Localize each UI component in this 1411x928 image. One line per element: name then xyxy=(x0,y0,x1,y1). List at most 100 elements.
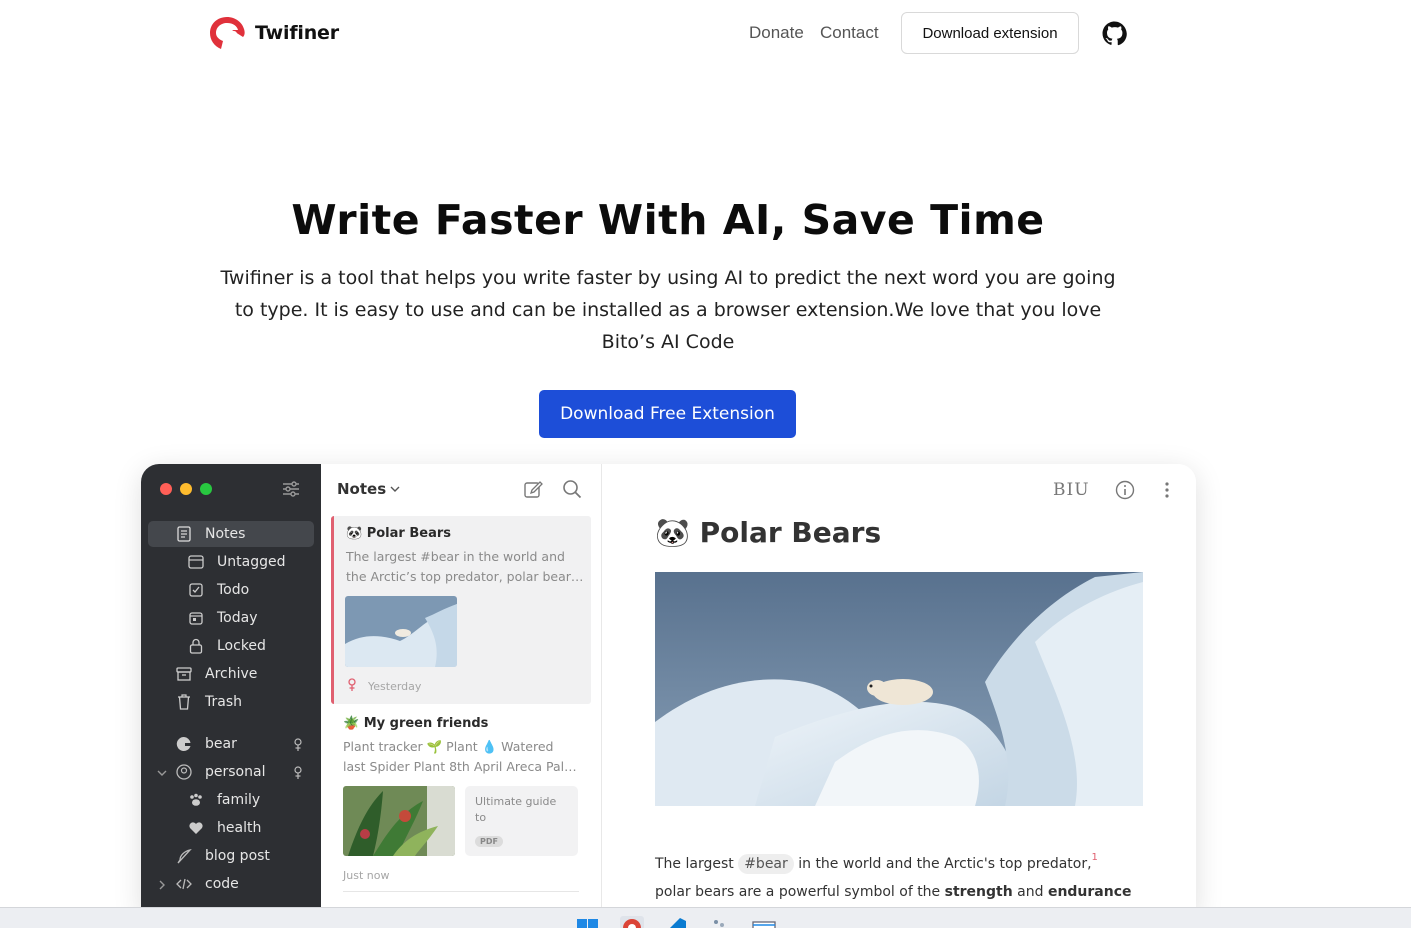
os-taskbar xyxy=(0,907,1411,928)
code-icon xyxy=(176,876,192,892)
sidebar-item-locked[interactable]: Locked xyxy=(188,633,266,659)
divider xyxy=(343,891,579,892)
info-icon[interactable] xyxy=(1115,480,1135,500)
vscode-icon[interactable] xyxy=(664,916,688,928)
sidebar-tag-personal[interactable]: personal xyxy=(176,759,265,785)
sidebar-item-label: Untagged xyxy=(217,554,286,570)
note-card-polar-bears[interactable]: 🐼 Polar Bears The largest #bear in the w… xyxy=(331,516,591,704)
sidebar-tag-health[interactable]: health xyxy=(188,815,261,841)
checkbox-icon xyxy=(188,582,204,598)
chrome-icon[interactable] xyxy=(620,916,644,928)
nav-link-donate[interactable]: Donate xyxy=(749,23,804,43)
note-body-text: The largest xyxy=(655,856,739,872)
sidebar-tag-code[interactable]: code xyxy=(176,871,239,897)
note-card-preview: the Arctic’s top predator, polar bear… xyxy=(346,569,584,584)
twifiner-logo-icon xyxy=(210,17,245,49)
minimize-dot-icon[interactable] xyxy=(180,483,192,495)
note-list-title: Notes xyxy=(337,480,387,498)
brand-name: Twifiner xyxy=(255,22,339,44)
sidebar-item-label: Trash xyxy=(205,694,242,710)
sidebar-item-label: health xyxy=(217,820,262,836)
paw-icon xyxy=(188,792,204,808)
heart-icon xyxy=(188,820,204,836)
pdf-attachment[interactable]: Ultimate guide to PDF xyxy=(465,786,578,856)
note-card-title: 🐼 Polar Bears xyxy=(346,526,451,541)
chevron-down-icon[interactable] xyxy=(157,768,167,778)
polar-bear-thumbnail xyxy=(345,596,457,667)
chevron-down-icon xyxy=(390,486,400,492)
note-list: Notes 🐼 Polar Bears The largest #bear in… xyxy=(321,464,602,914)
download-free-extension-button[interactable]: Download Free Extension xyxy=(539,390,796,438)
maximize-dot-icon[interactable] xyxy=(200,483,212,495)
sidebar-item-trash[interactable]: Trash xyxy=(176,689,242,715)
feather-icon xyxy=(176,848,192,864)
notes-icon xyxy=(176,526,192,542)
sidebar-item-untagged[interactable]: Untagged xyxy=(188,549,285,575)
more-vertical-icon[interactable] xyxy=(1157,480,1177,500)
note-card-green-friends[interactable]: 🪴 My green friends Plant tracker 🌱 Plant… xyxy=(331,706,591,906)
top-nav: Twifiner Donate Contact Download extensi… xyxy=(0,0,1411,66)
bold-text: endurance xyxy=(1047,884,1132,900)
window-icon[interactable] xyxy=(752,916,776,928)
sidebar-item-label: Notes xyxy=(205,526,246,542)
github-icon[interactable] xyxy=(1102,21,1127,46)
bold-text: strength xyxy=(944,884,1013,900)
sliders-icon[interactable] xyxy=(281,479,301,499)
sidebar-item-label: blog post xyxy=(205,848,270,864)
hero-subtitle: Twifiner is a tool that helps you write … xyxy=(220,267,1116,353)
pdf-attachment-title: Ultimate guide to xyxy=(475,795,557,824)
note-card-title: 🪴 My green friends xyxy=(343,716,489,731)
note-body-text: polar bears are a powerful symbol of the xyxy=(655,884,945,900)
download-extension-button[interactable]: Download extension xyxy=(901,12,1079,54)
format-text-button[interactable]: BIU xyxy=(1053,480,1090,500)
chevron-right-icon[interactable] xyxy=(157,880,167,890)
pin-icon[interactable] xyxy=(293,738,303,752)
personal-icon xyxy=(176,764,192,780)
note-card-preview: The largest #bear in the world and xyxy=(346,549,565,564)
calendar-icon xyxy=(188,610,204,626)
close-dot-icon[interactable] xyxy=(160,483,172,495)
window-controls xyxy=(160,483,212,495)
lock-icon xyxy=(188,638,204,654)
pdf-badge: PDF xyxy=(475,836,503,847)
sidebar-item-archive[interactable]: Archive xyxy=(176,661,257,687)
plants-thumbnail xyxy=(343,786,455,856)
app-preview: Notes Untagged Todo Today Locked Archive… xyxy=(141,464,1196,914)
polar-bear-image xyxy=(655,572,1143,806)
note-body[interactable]: The largest #bear in the world and the A… xyxy=(655,844,1175,906)
sidebar-tag-family[interactable]: family xyxy=(188,787,260,813)
search-icon[interactable] xyxy=(562,479,582,499)
note-title[interactable]: 🐼 Polar Bears xyxy=(655,516,881,549)
tag-chip[interactable]: #bear xyxy=(738,854,794,874)
note-card-preview: Plant tracker 🌱 Plant 💧 Watered xyxy=(343,739,554,754)
archive-icon xyxy=(176,666,192,682)
nav-link-contact[interactable]: Contact xyxy=(820,23,879,43)
brand-logo[interactable]: Twifiner xyxy=(207,13,339,53)
sidebar-item-label: Todo xyxy=(217,582,250,598)
sidebar-item-label: code xyxy=(205,876,239,892)
sidebar-item-label: bear xyxy=(205,736,237,752)
bear-icon xyxy=(176,736,192,752)
trash-icon xyxy=(176,694,192,710)
windows-start-icon[interactable] xyxy=(576,916,600,928)
notes-dropdown[interactable]: Notes xyxy=(337,480,400,498)
note-body-text: and xyxy=(1012,884,1048,900)
note-card-preview: last Spider Plant 8th April Areca Pal… xyxy=(343,759,577,774)
sidebar-item-todo[interactable]: Todo xyxy=(188,577,249,603)
pin-icon xyxy=(348,678,356,691)
compose-icon[interactable] xyxy=(523,479,543,499)
app-icon[interactable] xyxy=(708,916,732,928)
sidebar-item-notes[interactable]: Notes xyxy=(148,521,314,547)
note-card-date: Yesterday xyxy=(368,680,422,693)
note-editor: BIU 🐼 Polar Bears The largest #bear in t… xyxy=(602,464,1196,914)
pin-icon[interactable] xyxy=(293,766,303,780)
sidebar-tag-bear[interactable]: bear xyxy=(176,731,237,757)
footnote-marker[interactable]: 1 xyxy=(1092,852,1098,863)
sidebar-tag-blog-post[interactable]: blog post xyxy=(176,843,270,869)
sidebar-item-label: Archive xyxy=(205,666,258,682)
sidebar-item-today[interactable]: Today xyxy=(188,605,258,631)
app-sidebar: Notes Untagged Todo Today Locked Archive… xyxy=(141,464,321,914)
sidebar-item-label: family xyxy=(217,792,261,808)
hero-title: Write Faster With AI, Save Time xyxy=(291,196,1045,244)
sidebar-item-label: Locked xyxy=(217,638,266,654)
